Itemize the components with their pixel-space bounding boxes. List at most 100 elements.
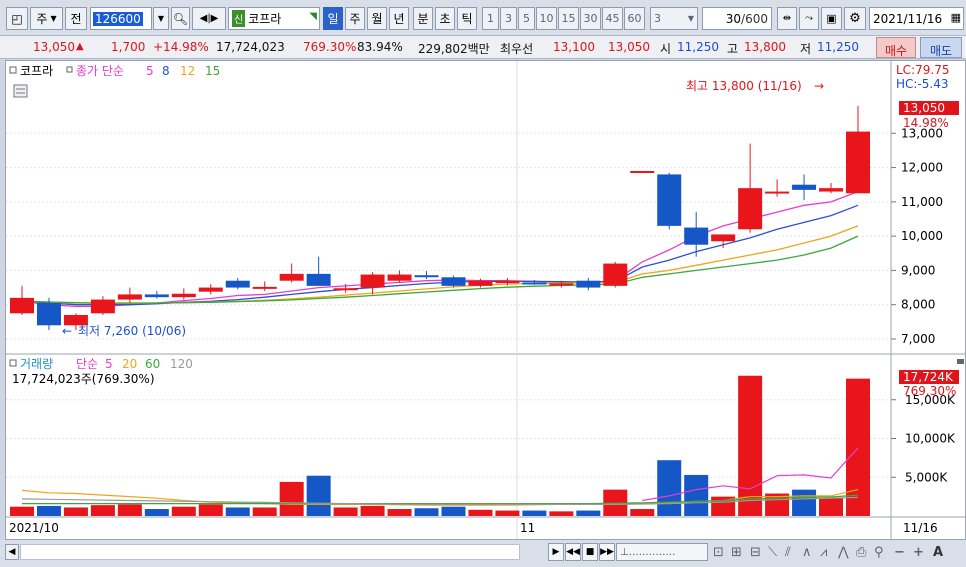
period-minute[interactable]: 분 xyxy=(413,7,433,30)
zoom-in-icon[interactable]: + xyxy=(913,545,924,560)
period-year[interactable]: 년 xyxy=(389,7,409,30)
date-input[interactable]: 2021/11/16 ▦ xyxy=(869,7,964,30)
period-week[interactable]: 주 xyxy=(345,7,365,30)
count-input[interactable]: 30/600 xyxy=(702,7,772,30)
zoom-search-icon[interactable]: ⚲ xyxy=(874,545,884,560)
play-icon[interactable]: ▶ xyxy=(548,543,564,561)
interval-30[interactable]: 30 xyxy=(580,7,601,30)
volume-bar xyxy=(333,507,358,516)
prev-next-stock-button[interactable]: ◀|▶ xyxy=(192,7,226,30)
stop-icon[interactable]: ■ xyxy=(582,543,598,561)
corner-mark-icon: ◥ xyxy=(309,11,317,22)
candle-body xyxy=(360,274,385,288)
candle-body xyxy=(684,227,709,245)
interval-15-label: 15 xyxy=(561,12,576,25)
period-month[interactable]: 월 xyxy=(367,7,387,30)
x-axis-end: 11/16 xyxy=(903,521,938,535)
line-tool-icon[interactable]: ∧ xyxy=(802,545,812,560)
scroll-left-button[interactable]: ◀ xyxy=(5,544,19,560)
x-axis-start: 2021/10 xyxy=(9,521,59,535)
candle-body xyxy=(711,234,736,242)
open-price: 11,250 xyxy=(677,40,719,54)
fast-forward-icon[interactable]: ▶▶ xyxy=(599,543,615,561)
gear-icon[interactable]: ⚙ xyxy=(844,7,866,30)
candle-body xyxy=(846,131,870,194)
overlay-icon[interactable]: ⊟ xyxy=(750,545,761,560)
interval-5[interactable]: 5 xyxy=(518,7,535,30)
code-dropdown-button[interactable]: ▼ xyxy=(153,7,169,30)
ma-period-8: 8 xyxy=(162,64,170,78)
panel-resize-icon[interactable] xyxy=(957,359,964,364)
vol-ma-period-60: 60 xyxy=(145,357,160,371)
turnover-rate: 83.94% xyxy=(357,40,403,54)
period-minute-label: 분 xyxy=(417,12,429,26)
volume-bar xyxy=(414,508,439,516)
horizontal-scrollbar[interactable] xyxy=(20,544,520,560)
search-icon[interactable]: 🔍︎ xyxy=(171,7,190,30)
zoom-out-icon[interactable]: − xyxy=(894,545,905,560)
window-menu-icon[interactable]: ◰ xyxy=(6,7,28,30)
candle-body xyxy=(792,184,817,190)
buy-button[interactable]: 매수 xyxy=(876,37,916,58)
candle-body xyxy=(36,303,61,326)
volume-legend-ma: 단순 xyxy=(76,357,98,371)
chevron-down-icon: ▼ xyxy=(687,14,694,23)
vol-ma-period-5: 5 xyxy=(105,357,113,371)
open-label: 시 xyxy=(660,42,672,56)
last-volume-label: 17,724K xyxy=(903,370,954,384)
pattern-tool-icon[interactable]: ⩘ xyxy=(820,545,827,560)
candle-body xyxy=(414,275,439,278)
chart-type-icon[interactable]: ⊡ xyxy=(713,545,724,560)
volume-bar xyxy=(387,509,412,516)
volume-bar xyxy=(63,507,88,516)
interval-45[interactable]: 45 xyxy=(602,7,623,30)
trendline-icon[interactable]: ⟍ xyxy=(768,545,777,560)
interval-1[interactable]: 1 xyxy=(482,7,499,30)
interval-10[interactable]: 10 xyxy=(536,7,557,30)
view-select-value: 전 xyxy=(70,12,82,26)
candle-body xyxy=(441,277,466,286)
candle-body xyxy=(117,294,142,300)
candle-body xyxy=(576,280,601,288)
sell-button[interactable]: 매도 xyxy=(920,37,962,58)
bottom-toolbar: ◀ ▶ ◀◀ ■ ▶▶ ⊥‥‥‥‥‥‥‥ ⊡ ⊞ ⊟ ⟍ ⫽ ∧ ⩘ ⋀ ⎙ ⚲… xyxy=(0,540,966,567)
stock-code-value: 126600 xyxy=(93,11,143,26)
interval-60[interactable]: 60 xyxy=(624,7,645,30)
interval-30-label: 30 xyxy=(583,12,598,25)
chart-area[interactable]: 코프라 종가 단순 5 8 12 15 최고 13,800 (11/16) → … xyxy=(5,60,966,540)
calendar-icon[interactable]: ▦ xyxy=(951,11,961,24)
trend-tool-icon[interactable]: ⤳ xyxy=(799,7,819,30)
price-change: 1,700 xyxy=(111,40,146,54)
period-day[interactable]: 일 xyxy=(323,7,343,30)
period-tick[interactable]: 틱 xyxy=(457,7,477,30)
volume: 17,724,023 xyxy=(216,40,285,54)
volume-bar xyxy=(90,505,115,516)
interval-15[interactable]: 15 xyxy=(558,7,579,30)
low-price: 11,250 xyxy=(817,40,859,54)
view-select[interactable]: 전 xyxy=(65,7,87,30)
drawing-tool-icon[interactable]: ⋀ xyxy=(838,545,849,560)
zoom-slider[interactable]: ⊥‥‥‥‥‥‥‥ xyxy=(616,543,708,561)
volume-bar xyxy=(549,511,574,516)
indicator-icon[interactable]: ⊞ xyxy=(731,545,742,560)
save-icon[interactable]: ▣ xyxy=(821,7,842,30)
stock-chart[interactable]: 코프라 종가 단순 5 8 12 15 최고 13,800 (11/16) → … xyxy=(6,61,965,539)
interval-60-label: 60 xyxy=(627,12,642,25)
volume-bar xyxy=(495,510,520,516)
count-value: 30 xyxy=(725,11,742,26)
crosshair-icon[interactable]: ⇹ xyxy=(777,7,797,30)
stock-code-input[interactable]: 126600 xyxy=(90,7,152,30)
rewind-icon[interactable]: ◀◀ xyxy=(565,543,581,561)
candle-body xyxy=(819,188,844,192)
market-select[interactable]: 주 ▼ xyxy=(30,7,63,30)
volume-bar xyxy=(198,504,223,516)
print-icon[interactable]: ⎙ xyxy=(856,545,866,560)
auto-scale-icon[interactable]: A xyxy=(933,545,943,560)
interval-select[interactable]: 3 ▼ xyxy=(650,7,698,30)
period-second[interactable]: 초 xyxy=(435,7,455,30)
stock-name-box[interactable]: 신 코프라 ◥ xyxy=(228,7,320,30)
table-view-icon[interactable] xyxy=(13,84,28,98)
candle-body xyxy=(603,263,628,286)
fibonacci-icon[interactable]: ⫽ xyxy=(785,545,791,560)
interval-3[interactable]: 3 xyxy=(500,7,517,30)
